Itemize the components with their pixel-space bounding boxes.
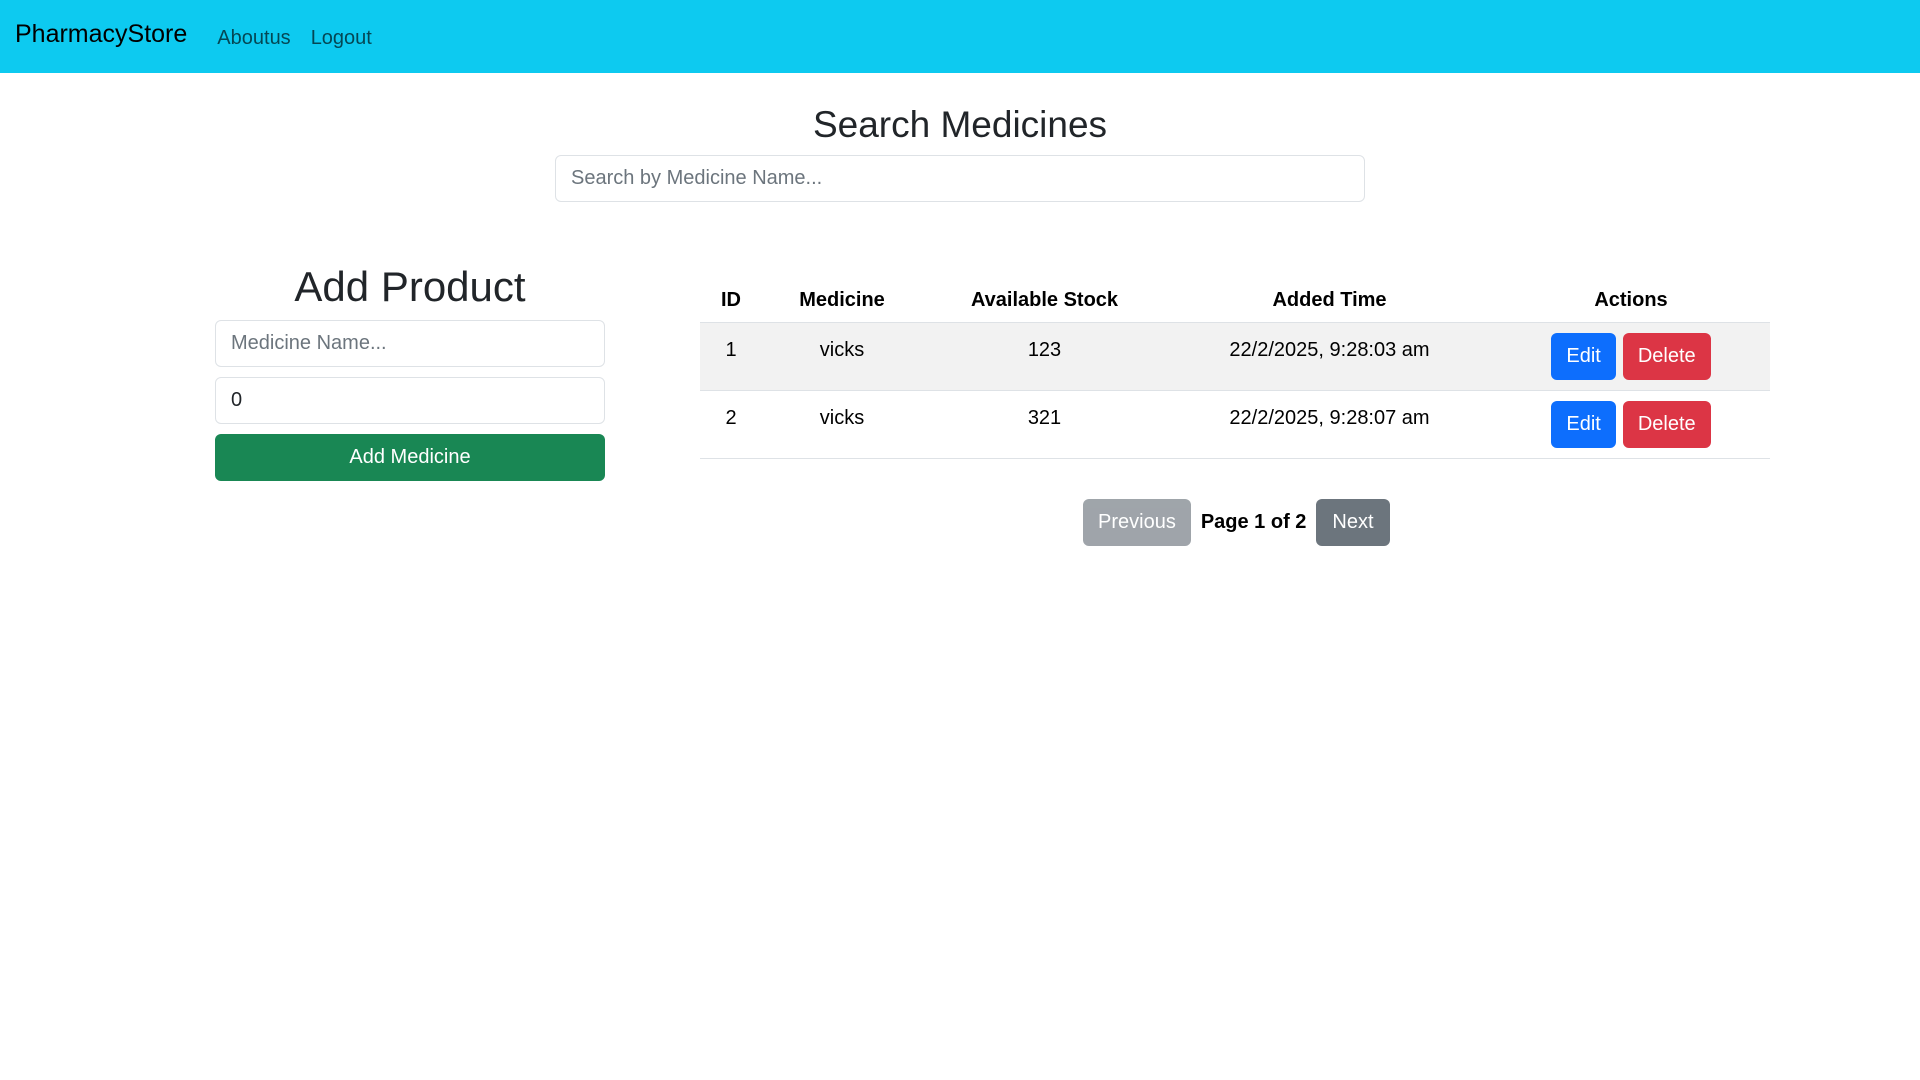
cell-stock: 123: [922, 322, 1167, 391]
search-input[interactable]: [555, 155, 1365, 202]
cell-actions: Edit Delete: [1492, 390, 1770, 459]
quantity-field[interactable]: [215, 377, 605, 424]
table-row: 1 vicks 123 22/2/2025, 9:28:03 am Edit De…: [700, 322, 1770, 391]
cell-added-time: 22/2/2025, 9:28:07 am: [1167, 390, 1492, 459]
previous-button[interactable]: Previous: [1083, 499, 1191, 546]
delete-button[interactable]: Delete: [1622, 332, 1711, 380]
nav-link-aboutus[interactable]: Aboutus: [217, 27, 290, 50]
brand-link[interactable]: PharmacyStore: [15, 20, 187, 49]
header-actions: Actions: [1492, 280, 1770, 323]
nav-link-logout[interactable]: Logout: [311, 27, 372, 50]
cell-medicine: vicks: [762, 390, 922, 459]
search-title: Search Medicines: [812, 104, 1108, 145]
pagination: Previous Page 1 of 2 Next: [1083, 499, 1390, 546]
table-header-row: ID Medicine Available Stock Added Time A…: [700, 280, 1770, 323]
next-button[interactable]: Next: [1316, 499, 1390, 546]
navbar: PharmacyStore Aboutus Logout: [0, 0, 1920, 73]
header-id: ID: [700, 280, 762, 323]
cell-medicine: vicks: [762, 322, 922, 391]
header-medicine: Medicine: [762, 280, 922, 323]
cell-actions: Edit Delete: [1492, 322, 1770, 391]
add-product-title: Add Product: [294, 263, 526, 310]
add-medicine-button[interactable]: Add Medicine: [215, 434, 605, 481]
cell-id: 2: [700, 390, 762, 459]
medicine-table: ID Medicine Available Stock Added Time A…: [700, 280, 1770, 459]
cell-stock: 321: [922, 390, 1167, 459]
table-row: 2 vicks 321 22/2/2025, 9:28:07 am Edit De…: [700, 390, 1770, 459]
edit-button[interactable]: Edit: [1551, 400, 1616, 448]
cell-added-time: 22/2/2025, 9:28:03 am: [1167, 322, 1492, 391]
cell-id: 1: [700, 322, 762, 391]
medicine-name-field[interactable]: [215, 320, 605, 367]
header-added-time: Added Time: [1167, 280, 1492, 323]
page-indicator: Page 1 of 2: [1200, 511, 1307, 533]
medicine-table-container: ID Medicine Available Stock Added Time A…: [700, 280, 1770, 459]
header-available-stock: Available Stock: [922, 280, 1167, 323]
edit-button[interactable]: Edit: [1551, 332, 1616, 380]
delete-button[interactable]: Delete: [1622, 400, 1711, 448]
